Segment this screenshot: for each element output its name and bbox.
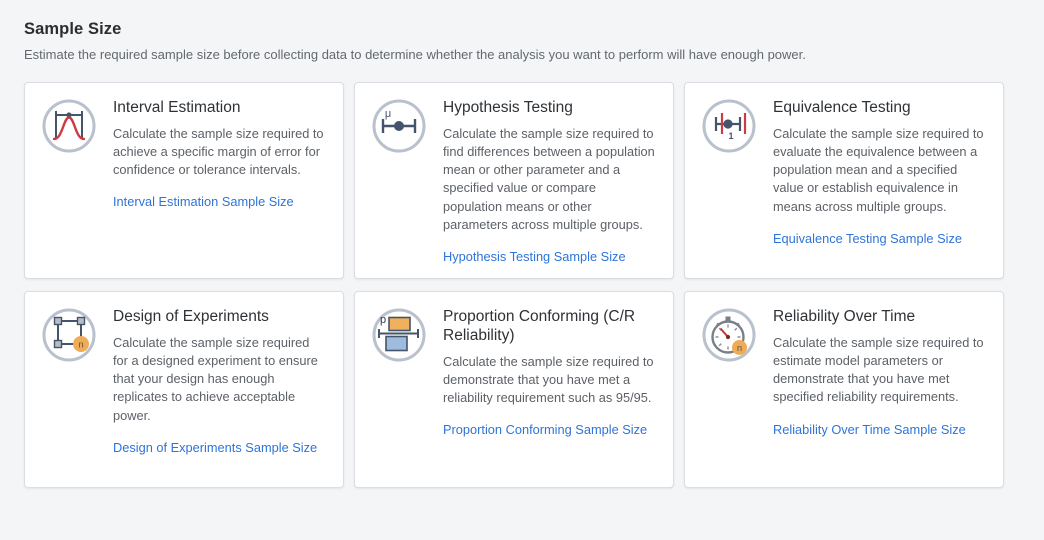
n-glyph: n <box>737 343 742 354</box>
card-description: Calculate the sample size required to ac… <box>113 125 327 179</box>
reliability-over-time-icon: n <box>701 306 759 473</box>
card-title: Proportion Conforming (C/R Reliability) <box>443 308 657 346</box>
card-grid: Interval Estimation Calculate the sample… <box>24 82 1020 488</box>
interval-estimation-icon <box>41 97 99 264</box>
card-title: Design of Experiments <box>113 308 327 327</box>
card-description: Calculate the sample size required to fi… <box>443 125 657 234</box>
page-title: Sample Size <box>24 20 1020 39</box>
equivalence-testing-sample-size-link[interactable]: Equivalence Testing Sample Size <box>773 231 962 246</box>
hypothesis-testing-icon: μ <box>371 97 429 264</box>
reliability-over-time-sample-size-link[interactable]: Reliability Over Time Sample Size <box>773 422 966 437</box>
proportion-conforming-sample-size-link[interactable]: Proportion Conforming Sample Size <box>443 422 647 437</box>
sample-size-page: Sample Size Estimate the required sample… <box>0 0 1044 488</box>
card-interval-estimation: Interval Estimation Calculate the sample… <box>24 82 344 279</box>
card-description: Calculate the sample size required for a… <box>113 334 327 425</box>
card-title: Interval Estimation <box>113 99 327 118</box>
card-equivalence-testing: 1 Equivalence Testing Calculate the samp… <box>684 82 1004 279</box>
card-design-of-experiments: n Design of Experiments Calculate the sa… <box>24 291 344 488</box>
mu-glyph: μ <box>385 108 391 120</box>
hypothesis-testing-sample-size-link[interactable]: Hypothesis Testing Sample Size <box>443 249 626 264</box>
card-proportion-conforming: p Proportion Conforming (C/R Reliability… <box>354 291 674 488</box>
page-subtitle: Estimate the required sample size before… <box>24 47 1020 62</box>
design-of-experiments-icon: n <box>41 306 99 473</box>
card-description: Calculate the sample size required to ev… <box>773 125 987 216</box>
proportion-conforming-icon: p <box>371 306 429 473</box>
card-title: Hypothesis Testing <box>443 99 657 118</box>
one-glyph: 1 <box>728 131 733 141</box>
card-title: Reliability Over Time <box>773 308 987 327</box>
card-reliability-over-time: n Reliability Over Time Calculate the sa… <box>684 291 1004 488</box>
card-description: Calculate the sample size required to es… <box>773 334 987 407</box>
card-description: Calculate the sample size required to de… <box>443 353 657 407</box>
p-glyph: p <box>380 314 386 326</box>
design-of-experiments-sample-size-link[interactable]: Design of Experiments Sample Size <box>113 440 317 455</box>
interval-estimation-sample-size-link[interactable]: Interval Estimation Sample Size <box>113 194 294 209</box>
equivalence-testing-icon: 1 <box>701 97 759 264</box>
n-glyph: n <box>78 340 83 351</box>
card-title: Equivalence Testing <box>773 99 987 118</box>
card-hypothesis-testing: μ Hypothesis Testing Calculate the sampl… <box>354 82 674 279</box>
